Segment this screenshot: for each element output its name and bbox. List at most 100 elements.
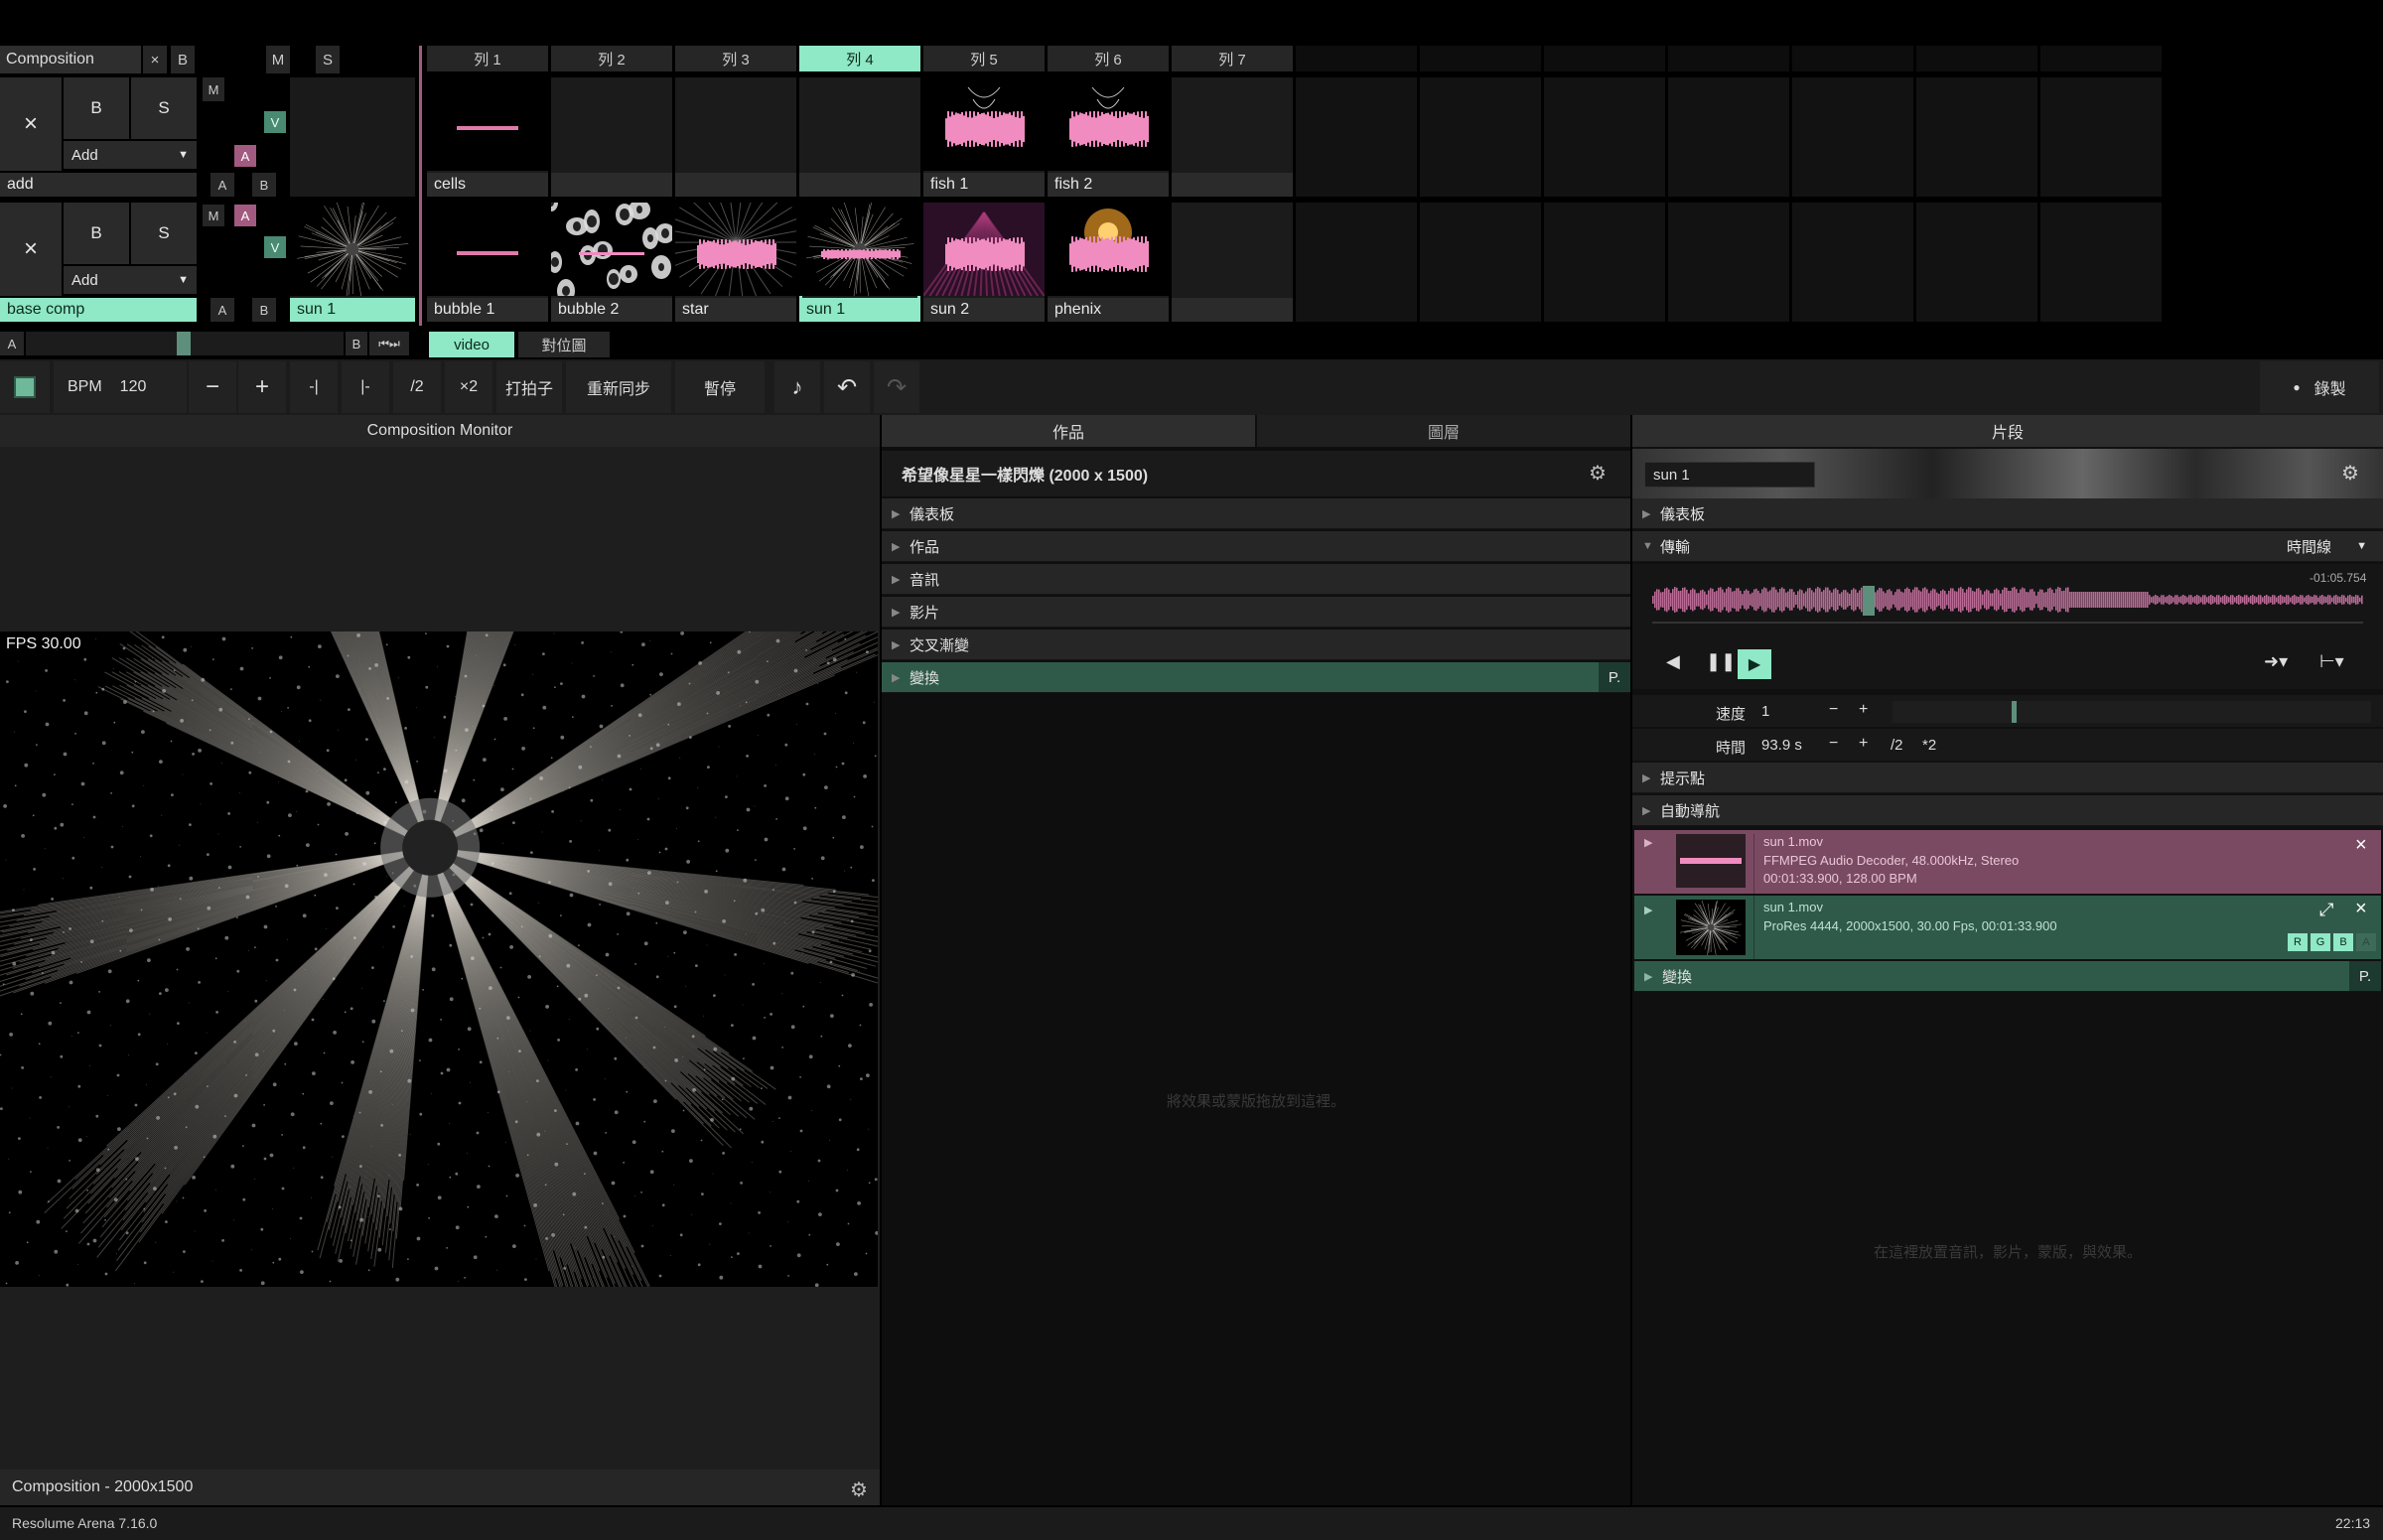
speed-value[interactable]: 1 — [1761, 703, 1769, 720]
deck-tab-video[interactable]: video — [429, 332, 514, 357]
speed-slider[interactable] — [1892, 701, 2371, 723]
bpm-minus-button[interactable]: − — [189, 361, 236, 413]
clip-slot[interactable] — [799, 77, 920, 197]
clip-row-transform[interactable]: ▶ 變換 P. — [1634, 961, 2381, 992]
clip-slot[interactable]: sun 2 — [923, 203, 1045, 322]
fullscreen-icon[interactable]: ⤢ — [2319, 900, 2333, 920]
expand-icon[interactable]: ▶ — [892, 540, 900, 553]
clip-slot[interactable]: bubble 1 — [427, 203, 548, 322]
expand-icon[interactable]: ▶ — [892, 671, 900, 684]
metronome-icon[interactable]: ♪ — [774, 361, 820, 413]
clip-slot[interactable]: cells — [427, 77, 548, 197]
layer1-crossfade-a[interactable]: A — [210, 173, 234, 197]
time-plus-button[interactable]: + — [1859, 735, 1868, 753]
redo-icon[interactable]: ↷ — [874, 361, 919, 413]
layer1-bypass-button[interactable]: B — [64, 77, 129, 139]
clip-slot[interactable]: star — [675, 203, 796, 322]
layer2-blend-select[interactable]: Add ▼ — [64, 266, 197, 294]
resync-button[interactable]: 重新同步 — [566, 361, 671, 413]
time-minus-button[interactable]: − — [1829, 735, 1838, 753]
audio-remove-icon[interactable]: × — [2355, 834, 2367, 857]
empty-clip-slot[interactable] — [1296, 77, 1417, 197]
pause-button[interactable]: 暫停 — [675, 361, 765, 413]
layer1-blend-select[interactable]: Add ▼ — [64, 141, 197, 169]
timeline-mode[interactable]: 時間線 — [2287, 536, 2331, 557]
pause-icon[interactable]: ❚❚ — [1706, 651, 1736, 672]
clip-row-transport[interactable]: ▼ 傳輸 時間線 ▼ — [1632, 531, 2383, 562]
column-header-7[interactable]: 列 7 — [1172, 46, 1293, 71]
layer1-solo-button[interactable]: S — [131, 77, 197, 139]
expand-icon[interactable]: ▶ — [1644, 904, 1652, 916]
clip-slot[interactable] — [1172, 203, 1293, 322]
nudge-left-icon[interactable]: -| — [290, 361, 338, 413]
playhead[interactable] — [1863, 586, 1875, 616]
expand-icon[interactable]: ▶ — [892, 606, 900, 619]
empty-clip-slot[interactable] — [1668, 77, 1789, 197]
play-direction-icon[interactable]: ➜▾ — [2264, 651, 2288, 672]
audio-waveform[interactable] — [1652, 582, 2363, 618]
composition-row[interactable]: ▶ 作品 — [882, 531, 1630, 562]
speed-plus-button[interactable]: + — [1859, 701, 1868, 719]
empty-clip-slot[interactable] — [1544, 203, 1665, 322]
play-forward-icon[interactable]: ▶ — [1738, 649, 1771, 679]
empty-clip-slot[interactable] — [1420, 203, 1541, 322]
comp-close-button[interactable]: × — [143, 46, 167, 73]
expand-icon[interactable]: ▶ — [1644, 836, 1652, 849]
clip-row-cuepoints[interactable]: ▶ 提示點 — [1632, 763, 2383, 793]
channel-a[interactable]: A — [2356, 933, 2376, 951]
empty-clip-slot[interactable] — [1916, 203, 2037, 322]
layer2-bypass-button[interactable]: B — [64, 203, 129, 264]
clip-slot[interactable]: phenix — [1048, 203, 1169, 322]
time-value[interactable]: 93.9 s — [1761, 737, 1802, 754]
clip-slot[interactable]: fish 2 — [1048, 77, 1169, 197]
tab-composition[interactable]: 作品 — [882, 415, 1255, 447]
composition-row[interactable]: ▶ 交叉漸變 — [882, 630, 1630, 660]
empty-clip-slot[interactable] — [1296, 203, 1417, 322]
column-header-4[interactable]: 列 4 — [799, 46, 920, 71]
video-remove-icon[interactable]: × — [2355, 898, 2367, 920]
layer1-name[interactable]: add — [0, 173, 197, 197]
speed-minus-button[interactable]: − — [1829, 701, 1838, 719]
undo-icon[interactable]: ↶ — [824, 361, 870, 413]
clip-row-autopilot[interactable]: ▶ 自動導航 — [1632, 795, 2383, 826]
column-header-6[interactable]: 列 6 — [1048, 46, 1169, 71]
layer1-audio-toggle[interactable]: A — [234, 145, 256, 167]
layer2-clear-button[interactable]: × — [0, 203, 62, 296]
empty-clip-slot[interactable] — [1420, 77, 1541, 197]
column-header-3[interactable]: 列 3 — [675, 46, 796, 71]
monitor-output[interactable] — [0, 631, 878, 1287]
composition-transform-p-button[interactable]: P. — [1599, 662, 1630, 692]
clip-transform-p-button[interactable]: P. — [2349, 961, 2381, 991]
layer2-crossfade-b[interactable]: B — [252, 298, 276, 322]
clip-name-field[interactable]: sun 1 — [1644, 462, 1815, 488]
monitor-gear-icon[interactable]: ⚙ — [850, 1477, 868, 1502]
comp-bypass-button[interactable]: B — [171, 46, 195, 73]
clip-slot[interactable] — [675, 77, 796, 197]
play-backward-icon[interactable]: ◀ — [1666, 651, 1680, 672]
empty-clip-slot[interactable] — [1792, 203, 1913, 322]
layer2-audio-toggle[interactable]: A — [234, 205, 256, 226]
clip-slot[interactable] — [1172, 77, 1293, 197]
clip-gear-icon[interactable]: ⚙ — [2341, 461, 2359, 486]
clip-slot[interactable]: bubble 2 — [551, 203, 672, 322]
column-header-1[interactable]: 列 1 — [427, 46, 548, 71]
deck-tab-mapping[interactable]: 對位圖 — [518, 332, 610, 357]
expand-icon[interactable]: ▶ — [892, 507, 900, 520]
crossfader-track[interactable] — [26, 332, 344, 355]
crossfader-a[interactable]: A — [0, 332, 24, 355]
layer2-mute-button[interactable]: M — [203, 205, 224, 226]
layer1-video-toggle[interactable]: V — [264, 111, 286, 133]
composition-gear-icon[interactable]: ⚙ — [1589, 461, 1607, 486]
speed-handle[interactable] — [2012, 701, 2017, 723]
empty-clip-slot[interactable] — [1544, 77, 1665, 197]
bpm-field[interactable]: BPM 120 — [54, 361, 187, 413]
clip-row-dashboard[interactable]: ▶ 儀表板 — [1632, 498, 2383, 529]
expand-icon[interactable]: ▶ — [892, 573, 900, 586]
channel-g[interactable]: G — [2311, 933, 2330, 951]
composition-label[interactable]: Composition — [0, 46, 141, 73]
channel-b[interactable]: B — [2333, 933, 2353, 951]
crossfader-skip-icon[interactable]: ⏮⏭ — [369, 332, 409, 355]
empty-clip-slot[interactable] — [2040, 203, 2162, 322]
empty-clip-slot[interactable] — [1668, 203, 1789, 322]
composition-row[interactable]: ▶ 音訊 — [882, 564, 1630, 595]
